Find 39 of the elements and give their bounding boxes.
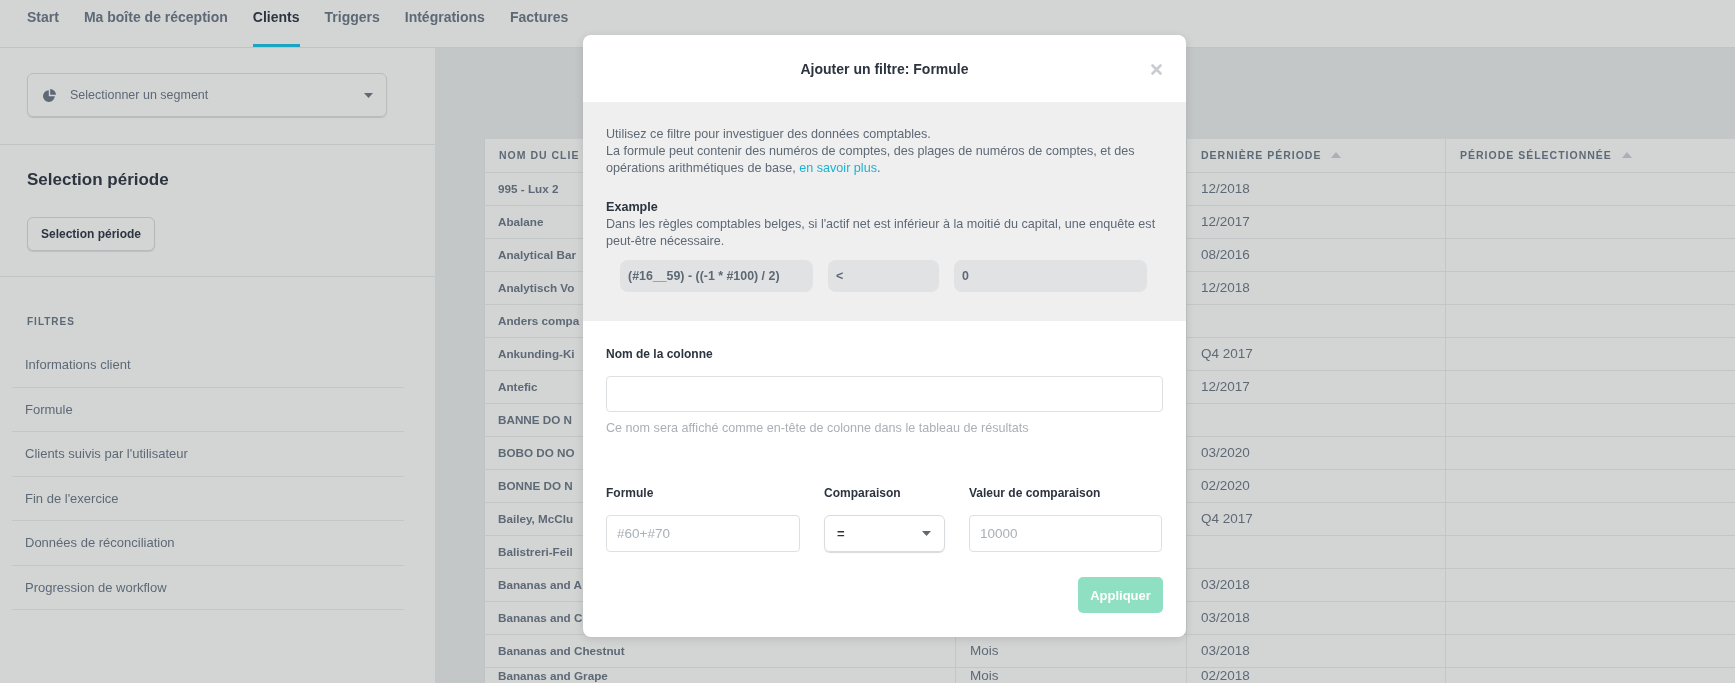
caret-icon xyxy=(922,531,931,536)
nav-tab[interactable]: Triggers xyxy=(324,0,380,47)
field-label: Formule xyxy=(606,486,654,500)
filter-item[interactable]: Fin de l'exercice xyxy=(12,476,404,521)
filter-item[interactable]: Formule xyxy=(12,387,404,432)
column-header[interactable]: DERNIÈRE PÉRIODE xyxy=(1186,139,1446,172)
nav-tab[interactable]: Intégrations xyxy=(404,0,485,47)
nav-tab[interactable]: Ma boîte de réception xyxy=(83,0,228,47)
column-header[interactable]: PÉRIODE SÉLECTIONNÉE xyxy=(1445,139,1735,172)
table-cell: 03/2018 xyxy=(1186,634,1446,667)
comparison-value-input[interactable]: 10000 xyxy=(969,515,1162,552)
comparison-select[interactable]: = xyxy=(824,515,945,552)
example-formula-field: (#16__59) - ((-1 * #100) / 2) xyxy=(620,260,813,292)
table-cell: Mois xyxy=(955,667,1187,683)
example-value-field: 0 xyxy=(954,260,1147,292)
table-cell: 03/2018 xyxy=(1186,601,1446,634)
field-label: Comparaison xyxy=(824,486,901,500)
section-heading: Selection période xyxy=(27,169,169,191)
table-cell: 02/2018 xyxy=(1186,667,1446,683)
filters-heading: FILTRES xyxy=(27,316,75,328)
field-label: Nom de la colonne xyxy=(606,347,713,361)
close-icon[interactable] xyxy=(1151,64,1162,75)
segment-select[interactable]: Selectionner un segment xyxy=(27,73,387,117)
period-button[interactable]: Selection période xyxy=(27,217,156,251)
filter-item[interactable]: Progression de workflow xyxy=(12,565,404,610)
filter-item[interactable]: Données de réconciliation xyxy=(12,521,404,566)
formula-input[interactable]: #60+#70 xyxy=(606,515,800,552)
nav-tab[interactable]: Factures xyxy=(509,0,569,47)
example-operator-field: < xyxy=(828,260,939,292)
filter-item[interactable]: Clients suivis par l'utilisateur xyxy=(12,432,404,477)
column-name-input[interactable] xyxy=(606,376,1163,412)
filter-item[interactable]: Informations client xyxy=(12,343,404,388)
table-cell: Bananas and Grape xyxy=(484,667,956,683)
learn-more-link[interactable]: en savoir plus xyxy=(799,161,877,175)
field-label: Valeur de comparaison xyxy=(969,486,1101,500)
nav-tab[interactable]: Start xyxy=(27,0,59,47)
dialog-title: Ajouter un filtre: Formule xyxy=(800,60,969,77)
pie-chart-icon xyxy=(43,88,56,102)
caret-icon xyxy=(364,92,373,98)
